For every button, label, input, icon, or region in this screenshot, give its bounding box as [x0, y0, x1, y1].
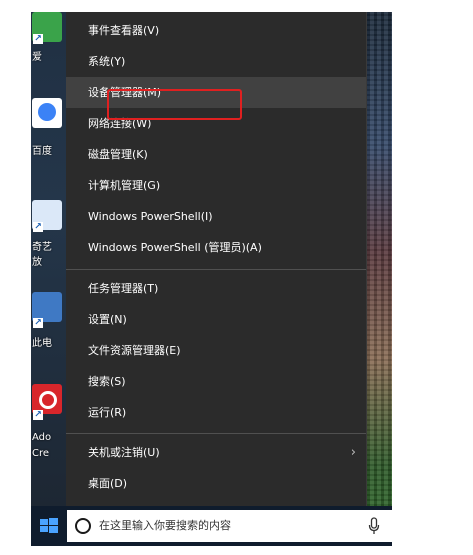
- menu-item-shutdown[interactable]: 关机或注销(U) ›: [66, 437, 366, 468]
- desktop-icon-label: Ado: [32, 432, 52, 443]
- windows-logo-icon: [40, 518, 58, 533]
- start-button[interactable]: [31, 506, 67, 546]
- menu-item-settings[interactable]: 设置(N): [66, 304, 366, 335]
- desktop-icon-label: 放: [32, 257, 42, 268]
- shortcut-arrow-icon: ↗: [33, 34, 43, 44]
- menu-separator: [66, 433, 366, 434]
- cortana-circle-icon: [75, 518, 91, 534]
- desktop-icon-label: 百度: [32, 146, 52, 157]
- search-placeholder: 在这里输入你要搜索的内容: [99, 519, 231, 532]
- menu-item-computer-management[interactable]: 计算机管理(G): [66, 170, 366, 201]
- menu-item-event-viewer[interactable]: 事件查看器(V): [66, 15, 366, 46]
- shortcut-arrow-icon: ↗: [33, 318, 43, 328]
- shortcut-arrow-icon: ↗: [33, 410, 43, 420]
- desktop-screen: ↗ 爱 百度 ↗ 奇艺 放 ↗ 此电 ↗ Ado Cre 事件查看器(V) 系统…: [31, 12, 392, 546]
- menu-item-run[interactable]: 运行(R): [66, 397, 366, 428]
- adobe-cc-logo-icon: [39, 391, 57, 409]
- menu-item-desktop[interactable]: 桌面(D): [66, 468, 366, 499]
- microphone-icon[interactable]: [368, 517, 380, 535]
- menu-item-file-explorer[interactable]: 文件资源管理器(E): [66, 335, 366, 366]
- baidu-logo-icon: [38, 103, 56, 121]
- desktop-icon-label: 爱: [32, 52, 42, 63]
- win-x-context-menu: 事件查看器(V) 系统(Y) 设备管理器(M) 网络连接(W) 磁盘管理(K) …: [66, 12, 367, 506]
- taskbar: 在这里输入你要搜索的内容: [31, 506, 392, 546]
- menu-item-search[interactable]: 搜索(S): [66, 366, 366, 397]
- chevron-right-icon: ›: [350, 445, 356, 460]
- menu-item-shutdown-label: 关机或注销(U): [88, 446, 160, 459]
- highlight-annotation-box: [107, 89, 242, 120]
- desktop-icon-label: 此电: [32, 338, 52, 349]
- menu-item-powershell[interactable]: Windows PowerShell(I): [66, 201, 366, 232]
- desktop-icon-label: 奇艺: [32, 242, 52, 253]
- menu-item-system[interactable]: 系统(Y): [66, 46, 366, 77]
- menu-separator: [66, 269, 366, 270]
- taskbar-search-box[interactable]: 在这里输入你要搜索的内容: [67, 510, 392, 542]
- menu-item-disk-management[interactable]: 磁盘管理(K): [66, 139, 366, 170]
- desktop-icon-label: Cre: [32, 448, 50, 459]
- baidu-app-icon[interactable]: [32, 98, 62, 128]
- menu-item-task-manager[interactable]: 任务管理器(T): [66, 273, 366, 304]
- shortcut-arrow-icon: ↗: [33, 222, 43, 232]
- menu-item-powershell-admin[interactable]: Windows PowerShell (管理员)(A): [66, 232, 366, 263]
- desktop-icons-column: ↗ 爱 百度 ↗ 奇艺 放 ↗ 此电 ↗ Ado Cre: [31, 12, 67, 506]
